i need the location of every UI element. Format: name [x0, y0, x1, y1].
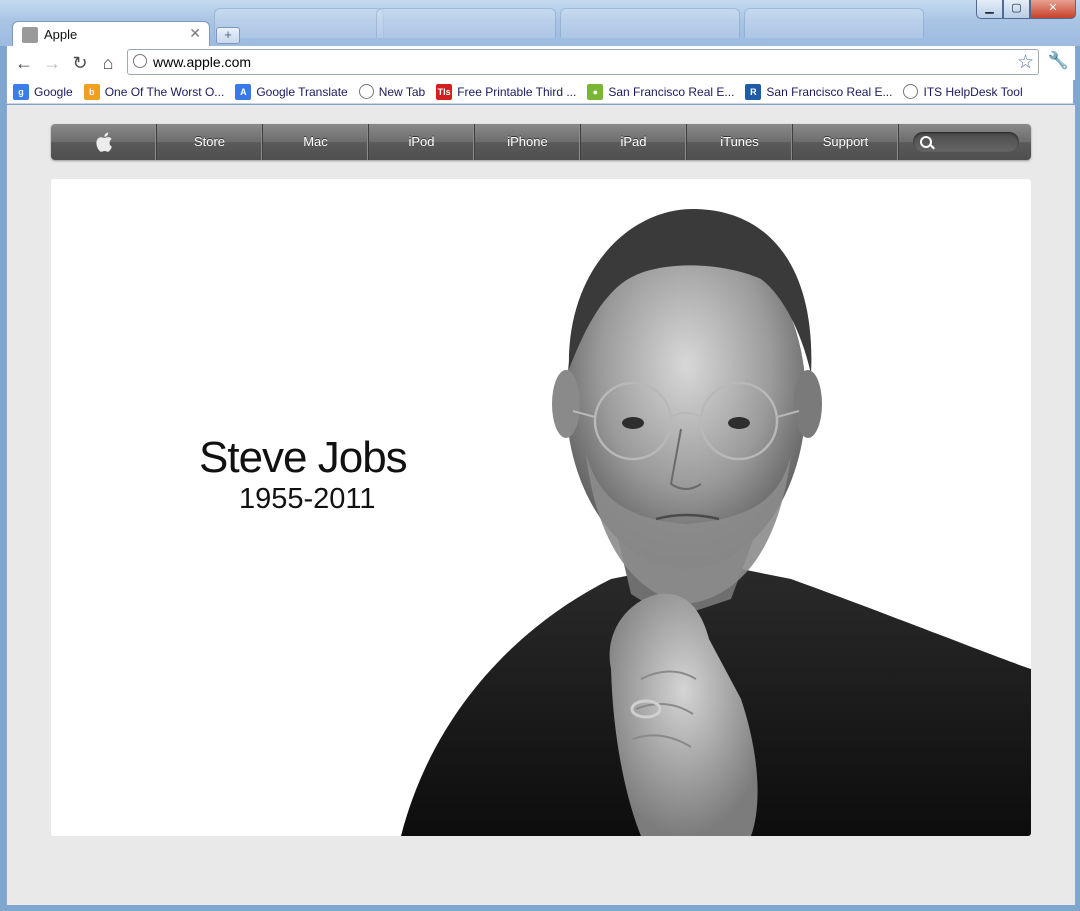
- bookmark-label: One Of The Worst O...: [104, 84, 225, 99]
- bookmark-label: Google: [34, 84, 73, 99]
- home-icon[interactable]: ⌂: [97, 52, 119, 74]
- window-close-button[interactable]: ✕: [1030, 0, 1076, 19]
- window-titlebar: Apple ✕ + ▁ ▢ ✕: [0, 0, 1080, 47]
- tab-close-icon[interactable]: ✕: [189, 25, 201, 42]
- address-bar[interactable]: www.apple.com ☆: [127, 49, 1039, 75]
- web-page: Store Mac iPod iPhone iPad iTunes Suppor…: [6, 105, 1076, 905]
- tab-title: Apple: [44, 27, 78, 42]
- background-tab[interactable]: [376, 8, 556, 38]
- new-tab-button[interactable]: +: [216, 27, 240, 44]
- nav-itunes[interactable]: iTunes: [687, 124, 793, 160]
- globe-icon: [133, 54, 147, 68]
- nav-ipod[interactable]: iPod: [369, 124, 475, 160]
- bookmark-item[interactable]: Tls Free Printable Third ...: [436, 83, 577, 100]
- bookmark-item[interactable]: g Google: [13, 83, 73, 100]
- active-tab[interactable]: Apple ✕: [12, 21, 210, 47]
- bookmark-label: New Tab: [378, 84, 426, 99]
- wrench-menu-icon[interactable]: 🔧: [1048, 51, 1069, 71]
- bookmark-item[interactable]: A Google Translate: [235, 83, 348, 100]
- map-pin-icon: ●: [587, 83, 604, 100]
- background-tab[interactable]: [744, 8, 924, 38]
- globe-icon: [358, 84, 374, 99]
- site-search-input[interactable]: [913, 132, 1019, 152]
- apple-logo-icon[interactable]: [51, 124, 157, 160]
- nav-store[interactable]: Store: [157, 124, 263, 160]
- bookmark-label: San Francisco Real E...: [766, 84, 893, 99]
- bookmark-label: Google Translate: [256, 84, 348, 99]
- realtor-icon: R: [745, 83, 762, 100]
- apple-global-nav: Store Mac iPod iPhone iPad iTunes Suppor…: [51, 124, 1031, 160]
- nav-ipad[interactable]: iPad: [581, 124, 687, 160]
- site-search: [899, 124, 1031, 160]
- forward-arrow-icon[interactable]: →: [41, 52, 63, 74]
- bookmark-item[interactable]: ● San Francisco Real E...: [587, 83, 735, 100]
- back-arrow-icon[interactable]: ←: [13, 52, 35, 74]
- bing-icon: b: [83, 83, 100, 100]
- google-icon: g: [13, 83, 29, 100]
- bookmarks-bar: g Google b One Of The Worst O... A Googl…: [6, 80, 1074, 104]
- bookmark-label: Free Printable Third ...: [457, 84, 577, 99]
- hero-banner[interactable]: Steve Jobs 1955-2011: [51, 179, 1031, 836]
- bookmark-star-icon[interactable]: ☆: [1017, 51, 1034, 74]
- background-tab[interactable]: [560, 8, 740, 38]
- bookmark-label: San Francisco Real E...: [608, 84, 735, 99]
- nav-support[interactable]: Support: [793, 124, 899, 160]
- tls-icon: Tls: [436, 83, 453, 100]
- search-icon: [920, 136, 932, 148]
- translate-icon: A: [235, 83, 252, 100]
- apple-favicon-icon: [22, 27, 38, 43]
- nav-iphone[interactable]: iPhone: [475, 124, 581, 160]
- bookmark-item[interactable]: b One Of The Worst O...: [83, 83, 225, 100]
- bookmark-item[interactable]: ITS HelpDesk Tool: [903, 84, 1023, 99]
- bookmark-item[interactable]: New Tab: [358, 84, 426, 99]
- bookmark-item[interactable]: R San Francisco Real E...: [745, 83, 893, 100]
- url-text[interactable]: www.apple.com: [153, 54, 251, 70]
- minimize-button[interactable]: ▁: [976, 0, 1003, 19]
- globe-icon: [903, 84, 919, 99]
- reload-icon[interactable]: ↻: [69, 52, 91, 74]
- portrait-photo: [401, 208, 1031, 836]
- browser-toolbar: ← → ↻ ⌂ www.apple.com ☆ 🔧: [6, 46, 1076, 80]
- maximize-button[interactable]: ▢: [1003, 0, 1030, 19]
- nav-mac[interactable]: Mac: [263, 124, 369, 160]
- bookmark-label: ITS HelpDesk Tool: [923, 84, 1023, 99]
